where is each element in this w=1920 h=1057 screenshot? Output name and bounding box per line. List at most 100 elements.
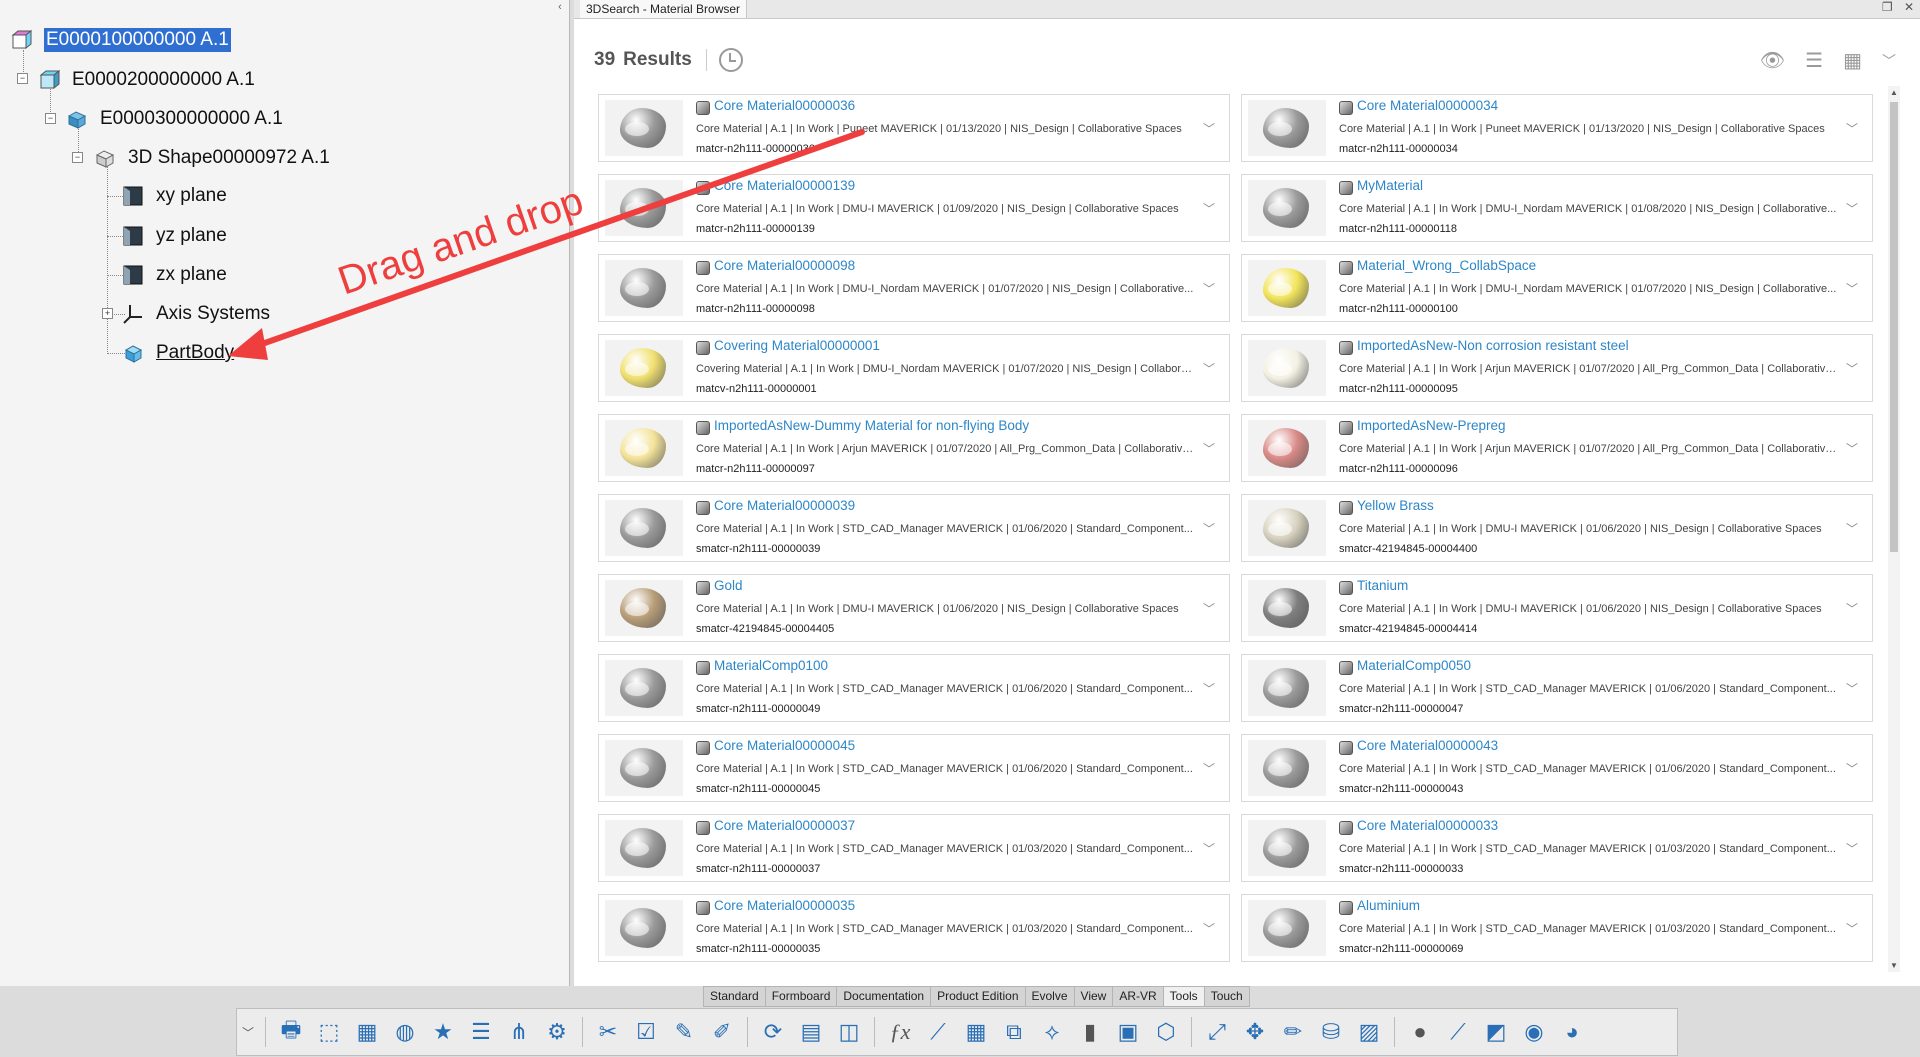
tab-evolve[interactable]: Evolve (1024, 986, 1075, 1007)
measure-icon[interactable]: ⟋ (923, 1017, 953, 1047)
tree-expander[interactable]: − (45, 113, 56, 124)
tree-node-product[interactable]: E0000200000000 A.1 (38, 64, 255, 96)
material-title[interactable]: MaterialComp0100 (714, 658, 828, 673)
material-card[interactable]: Covering Material00000001 Covering Materi… (598, 334, 1230, 402)
material-title[interactable]: Core Material00000043 (1357, 738, 1498, 753)
path-icon[interactable]: ⟡ (1037, 1017, 1067, 1047)
tab-formboard[interactable]: Formboard (764, 986, 838, 1007)
chevron-down-icon[interactable]: ﹀ (1846, 920, 1858, 937)
chevron-down-icon[interactable]: ﹀ (1882, 51, 1896, 71)
move-icon[interactable]: ✥ (1240, 1017, 1270, 1047)
chevron-down-icon[interactable]: ﹀ (1203, 200, 1215, 217)
panel-icon[interactable]: ▣ (1113, 1017, 1143, 1047)
restore-icon[interactable]: ❐ (1882, 0, 1893, 14)
bucket-icon[interactable]: ⛁ (1316, 1017, 1346, 1047)
scroll-down-icon[interactable]: ▼ (1888, 961, 1900, 970)
chevron-down-icon[interactable]: ﹀ (1846, 520, 1858, 537)
tab-standard[interactable]: Standard (703, 986, 766, 1007)
material-title[interactable]: Core Material00000037 (714, 818, 855, 833)
close-icon[interactable]: ✕ (1904, 0, 1914, 14)
material-card[interactable]: MaterialComp0050 Core Material | A.1 | In… (1241, 654, 1873, 722)
material-card[interactable]: Core Material00000098 Core Material | A.1… (598, 254, 1230, 322)
chevron-down-icon[interactable]: ﹀ (1203, 120, 1215, 137)
chevron-down-icon[interactable]: ﹀ (1846, 200, 1858, 217)
sphere-icon[interactable]: ● (1405, 1017, 1435, 1047)
tab-view[interactable]: View (1073, 986, 1114, 1007)
list-icon[interactable]: ☰ (466, 1017, 496, 1047)
material-card[interactable]: ImportedAsNew-Prepreg Core Material | A.1… (1241, 414, 1873, 482)
doc-chart-icon[interactable]: ▨ (1354, 1017, 1384, 1047)
material-title[interactable]: Core Material00000045 (714, 738, 855, 753)
material-card[interactable]: Core Material00000039 Core Material | A.1… (598, 494, 1230, 562)
material-card[interactable]: Core Material00000035 Core Material | A.1… (598, 894, 1230, 962)
chevron-down-icon[interactable]: ﹀ (1846, 600, 1858, 617)
scroll-up-icon[interactable]: ▲ (1888, 88, 1900, 97)
box-icon[interactable]: ⬡ (1151, 1017, 1181, 1047)
material-card[interactable]: Core Material00000034 Core Material | A.1… (1241, 94, 1873, 162)
material-card[interactable]: Gold Core Material | A.1 | In Work | DMU-… (598, 574, 1230, 642)
grid-view-icon[interactable]: ▦ (1843, 48, 1862, 73)
material-title[interactable]: Core Material00000034 (1357, 98, 1498, 113)
chevron-down-icon[interactable]: ﹀ (1846, 680, 1858, 697)
tree-node-subproduct[interactable]: E0000300000000 A.1 (66, 103, 283, 135)
cube-grid-icon[interactable]: ⧉ (999, 1017, 1029, 1047)
globe-icon[interactable]: ◍ (390, 1017, 420, 1047)
eraser-icon[interactable]: ◩ (1481, 1017, 1511, 1047)
options-icon[interactable]: ⚙ (542, 1017, 572, 1047)
calculator-icon[interactable]: ▦ (352, 1017, 382, 1047)
tab-ar-vr[interactable]: AR-VR (1112, 986, 1164, 1007)
material-card[interactable]: ImportedAsNew-Non corrosion resistant st… (1241, 334, 1873, 402)
scissors-icon[interactable]: ✂ (593, 1017, 623, 1047)
list-view-icon[interactable]: ☰ (1805, 48, 1823, 73)
checklist-icon[interactable]: ☑ (631, 1017, 661, 1047)
material-title[interactable]: MyMaterial (1357, 178, 1423, 193)
material-title[interactable]: MaterialComp0050 (1357, 658, 1471, 673)
tree-node-partbody[interactable]: PartBody (122, 337, 234, 369)
tab-documentation[interactable]: Documentation (836, 986, 932, 1007)
material-title[interactable]: Titanium (1357, 578, 1408, 593)
material-title[interactable]: Gold (714, 578, 743, 593)
chevron-down-icon[interactable]: ﹀ (1203, 840, 1215, 857)
tab-touch[interactable]: Touch (1203, 986, 1250, 1007)
chevron-down-icon[interactable]: ﹀ (1203, 280, 1215, 297)
chevron-down-icon[interactable]: ﹀ (1203, 680, 1215, 697)
chevron-down-icon[interactable]: ﹀ (1203, 440, 1215, 457)
sphere-add-icon[interactable]: ◉ (1519, 1017, 1549, 1047)
tree-node-3d-shape[interactable]: 3D Shape00000972 A.1 (94, 142, 330, 174)
scroll-thumb[interactable] (1890, 102, 1898, 552)
material-card[interactable]: Core Material00000036 Core Material | A.1… (598, 94, 1230, 162)
tree-node-root[interactable]: E0000100000000 A.1 (10, 24, 231, 56)
material-card[interactable]: Core Material00000037 Core Material | A.1… (598, 814, 1230, 882)
refresh-icon[interactable]: ⟳ (758, 1017, 788, 1047)
expand-icon[interactable]: ⤢ (1202, 1017, 1232, 1047)
pen-icon[interactable]: ✐ (707, 1017, 737, 1047)
collapse-panel-icon[interactable]: ‹ (553, 0, 567, 14)
chevron-down-icon[interactable]: ﹀ (1846, 360, 1858, 377)
material-card[interactable]: MyMaterial Core Material | A.1 | In Work … (1241, 174, 1873, 242)
chevron-down-icon[interactable]: ﹀ (1203, 520, 1215, 537)
tree-node-xy-plane[interactable]: xy plane (122, 180, 227, 212)
chevron-down-icon[interactable]: ﹀ (1846, 280, 1858, 297)
chevron-down-icon[interactable]: ﹀ (1846, 760, 1858, 777)
tree-icon[interactable]: ⋔ (504, 1017, 534, 1047)
tree-expander[interactable]: + (102, 308, 113, 319)
tree-expander[interactable]: − (17, 73, 28, 84)
material-title[interactable]: ImportedAsNew-Dummy Material for non-fly… (714, 418, 1029, 433)
material-card[interactable]: Material_Wrong_CollabSpace Core Material … (1241, 254, 1873, 322)
material-card[interactable]: Core Material00000139 Core Material | A.1… (598, 174, 1230, 242)
pencil-icon[interactable]: ✏ (1278, 1017, 1308, 1047)
material-card[interactable]: Titanium Core Material | A.1 | In Work | … (1241, 574, 1873, 642)
material-card[interactable]: Yellow Brass Core Material | A.1 | In Wor… (1241, 494, 1873, 562)
tree-node-axis-systems[interactable]: Axis Systems (122, 298, 270, 330)
material-title[interactable]: Core Material00000039 (714, 498, 855, 513)
edit-icon[interactable]: ✎ (669, 1017, 699, 1047)
chevron-down-icon[interactable]: ﹀ (1203, 360, 1215, 377)
material-card[interactable]: Aluminium Core Material | A.1 | In Work |… (1241, 894, 1873, 962)
material-title[interactable]: Covering Material00000001 (714, 338, 880, 353)
dropper-icon[interactable]: ⟋ (1443, 1017, 1473, 1047)
chevron-down-icon[interactable]: ﹀ (1846, 840, 1858, 857)
sphere-blue-icon[interactable]: ◕ (1557, 1017, 1587, 1047)
select-icon[interactable]: ⬚ (314, 1017, 344, 1047)
material-card[interactable]: Core Material00000033 Core Material | A.1… (1241, 814, 1873, 882)
material-card[interactable]: ImportedAsNew-Dummy Material for non-fly… (598, 414, 1230, 482)
